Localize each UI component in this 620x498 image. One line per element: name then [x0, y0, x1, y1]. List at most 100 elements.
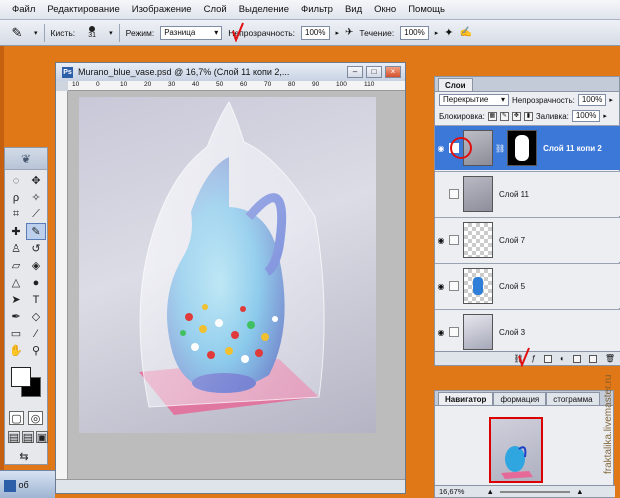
- layer-opacity-field[interactable]: 100%: [577, 94, 607, 106]
- menu-file[interactable]: Файл: [6, 0, 41, 20]
- fill-field[interactable]: 100%: [571, 110, 601, 122]
- layer-link-icon[interactable]: [449, 327, 459, 337]
- opacity-field[interactable]: 100%: [301, 25, 330, 40]
- mode-select[interactable]: Разница ▾: [160, 25, 223, 40]
- minimize-button[interactable]: –: [347, 66, 363, 78]
- brush-tool-preset-icon[interactable]: ✎: [6, 25, 28, 41]
- blend-mode-select[interactable]: Перекрытие ▾: [439, 94, 509, 106]
- layer-link-icon[interactable]: [449, 281, 459, 291]
- paint-bucket-icon[interactable]: ◈: [26, 257, 46, 274]
- airbrush-icon[interactable]: ✈: [345, 27, 353, 38]
- adjustment-layer-icon[interactable]: ◐: [560, 354, 565, 363]
- layer-opacity-label: Непрозрачность:: [512, 95, 575, 105]
- eye-icon[interactable]: ◉: [435, 328, 447, 337]
- layer-row-sloi-5[interactable]: ◉ Слой 5: [435, 263, 620, 308]
- eraser-tool-icon[interactable]: ▱: [6, 257, 26, 274]
- layer-row-sloi-11[interactable]: Слой 11: [435, 171, 620, 216]
- shape-tool-icon[interactable]: ◇: [26, 308, 46, 325]
- toolbox-header[interactable]: ❦: [5, 148, 47, 170]
- tab-histogram[interactable]: стограмма: [546, 392, 600, 405]
- dodge-tool-icon[interactable]: ●: [26, 274, 46, 291]
- ruler-tick: 40: [192, 81, 200, 88]
- type-tool-icon[interactable]: T: [26, 291, 46, 308]
- jump-to-imageready-icon[interactable]: ⇆: [9, 449, 39, 463]
- tablet-pressure-icon[interactable]: ✍: [459, 27, 471, 38]
- layer-name[interactable]: Слой 11: [499, 190, 529, 199]
- path-select-icon[interactable]: ➤: [6, 291, 26, 308]
- brush-picker[interactable]: 31: [81, 24, 103, 42]
- menu-view[interactable]: Вид: [339, 0, 368, 20]
- lock-pixels-icon[interactable]: ✎: [499, 111, 509, 121]
- lock-position-icon[interactable]: ✥: [511, 111, 521, 121]
- pen-tool-icon[interactable]: ✒: [6, 308, 26, 325]
- eye-icon[interactable]: ◉: [435, 282, 447, 291]
- magic-wand-icon[interactable]: ✧: [26, 189, 46, 206]
- opacity-arrow-icon[interactable]: ▸: [336, 29, 340, 37]
- screen-mode-standard-icon[interactable]: ▤: [8, 431, 20, 444]
- layer-name[interactable]: Слой 3: [499, 328, 525, 337]
- new-layer-icon[interactable]: [588, 354, 597, 363]
- zoom-slider[interactable]: [500, 491, 571, 494]
- taskbar-item[interactable]: об: [0, 470, 55, 498]
- flow-arrow-icon[interactable]: ▸: [435, 29, 439, 37]
- tab-info[interactable]: формация: [493, 392, 547, 405]
- eyedropper-icon[interactable]: ⁄: [26, 325, 46, 342]
- layer-name[interactable]: Слой 5: [499, 282, 525, 291]
- navigator-zoom-field[interactable]: 16,67%: [439, 487, 464, 496]
- eye-icon[interactable]: ◉: [435, 144, 447, 153]
- tab-navigator[interactable]: Навигатор: [438, 392, 494, 405]
- opacity-arrow-icon[interactable]: ▸: [609, 96, 613, 104]
- slice-tool-icon[interactable]: ⟋: [26, 206, 46, 223]
- menu-window[interactable]: Окно: [368, 0, 402, 20]
- layer-style-icon[interactable]: ƒ: [532, 354, 536, 363]
- lock-all-icon[interactable]: ▮: [523, 111, 533, 121]
- marquee-tool-icon[interactable]: ◌: [6, 172, 26, 189]
- lasso-tool-icon[interactable]: ρ: [6, 189, 26, 206]
- image-canvas[interactable]: [79, 97, 376, 433]
- airbrush-toggle-icon[interactable]: ✦: [444, 26, 453, 39]
- move-tool-icon[interactable]: ✥: [26, 172, 46, 189]
- layer-name[interactable]: Слой 7: [499, 236, 525, 245]
- menu-edit[interactable]: Редактирование: [41, 0, 125, 20]
- screen-mode-full-menu-icon[interactable]: ▤: [22, 431, 34, 444]
- layer-link-icon[interactable]: [449, 235, 459, 245]
- close-button[interactable]: ×: [385, 66, 401, 78]
- menu-help[interactable]: Помощь: [402, 0, 451, 20]
- brush-picker-arrow-icon[interactable]: ▾: [109, 29, 113, 37]
- flow-field[interactable]: 100%: [400, 25, 429, 40]
- preset-dropdown-arrow-icon[interactable]: ▾: [34, 29, 38, 37]
- history-brush-icon[interactable]: ↺: [26, 240, 46, 257]
- fill-arrow-icon[interactable]: ▸: [603, 112, 607, 120]
- clone-stamp-icon[interactable]: ♙: [6, 240, 26, 257]
- tab-layers[interactable]: Слои: [438, 78, 473, 91]
- menu-select[interactable]: Выделение: [233, 0, 295, 20]
- blur-tool-icon[interactable]: △: [6, 274, 26, 291]
- hand-tool-icon[interactable]: ✋: [6, 342, 26, 359]
- quick-mask-icon[interactable]: ◎: [28, 411, 43, 425]
- maximize-button[interactable]: □: [366, 66, 382, 78]
- layer-mask-thumbnail[interactable]: [507, 130, 538, 166]
- mode-value: Разница: [164, 27, 196, 37]
- navigator-preview[interactable]: [489, 417, 543, 483]
- menu-layer[interactable]: Слой: [198, 0, 233, 20]
- screen-mode-full-icon[interactable]: ▣: [36, 431, 48, 444]
- foreground-color-swatch[interactable]: [11, 367, 31, 387]
- eye-icon[interactable]: ◉: [435, 236, 447, 245]
- layer-name[interactable]: Слой 11 копи 2: [543, 144, 602, 153]
- brush-tool-icon[interactable]: ✎: [26, 223, 46, 240]
- healing-brush-icon[interactable]: ✚: [6, 223, 26, 240]
- notes-tool-icon[interactable]: ▭: [6, 325, 26, 342]
- zoom-in-icon[interactable]: ▲: [576, 487, 583, 496]
- new-group-icon[interactable]: [572, 354, 581, 363]
- layer-link-icon[interactable]: [449, 189, 459, 199]
- zoom-out-icon[interactable]: ▲: [487, 487, 494, 496]
- add-mask-icon[interactable]: [544, 354, 552, 363]
- zoom-tool-icon[interactable]: ⚲: [26, 342, 46, 359]
- standard-mode-icon[interactable]: ▢: [9, 411, 24, 425]
- crop-tool-icon[interactable]: ⌗: [6, 206, 26, 223]
- delete-layer-icon[interactable]: 🗑: [605, 354, 615, 363]
- lock-transparency-icon[interactable]: ▦: [487, 111, 497, 121]
- layer-row-sloi-7[interactable]: ◉ Слой 7: [435, 217, 620, 262]
- menu-image[interactable]: Изображение: [126, 0, 198, 20]
- menu-filter[interactable]: Фильтр: [295, 0, 339, 20]
